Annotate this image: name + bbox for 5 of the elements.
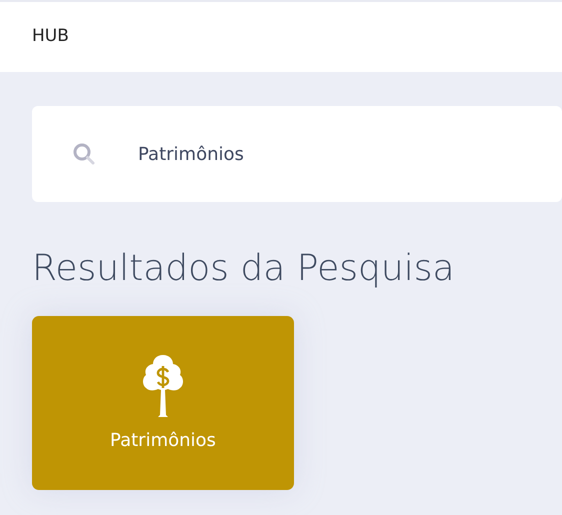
search-field[interactable]: Patrimônios [136,140,496,168]
results-heading: Resultados da Pesquisa [32,247,456,291]
app-title: HUB [32,25,69,48]
money-tree-icon [140,352,186,418]
search-icon [72,142,96,166]
